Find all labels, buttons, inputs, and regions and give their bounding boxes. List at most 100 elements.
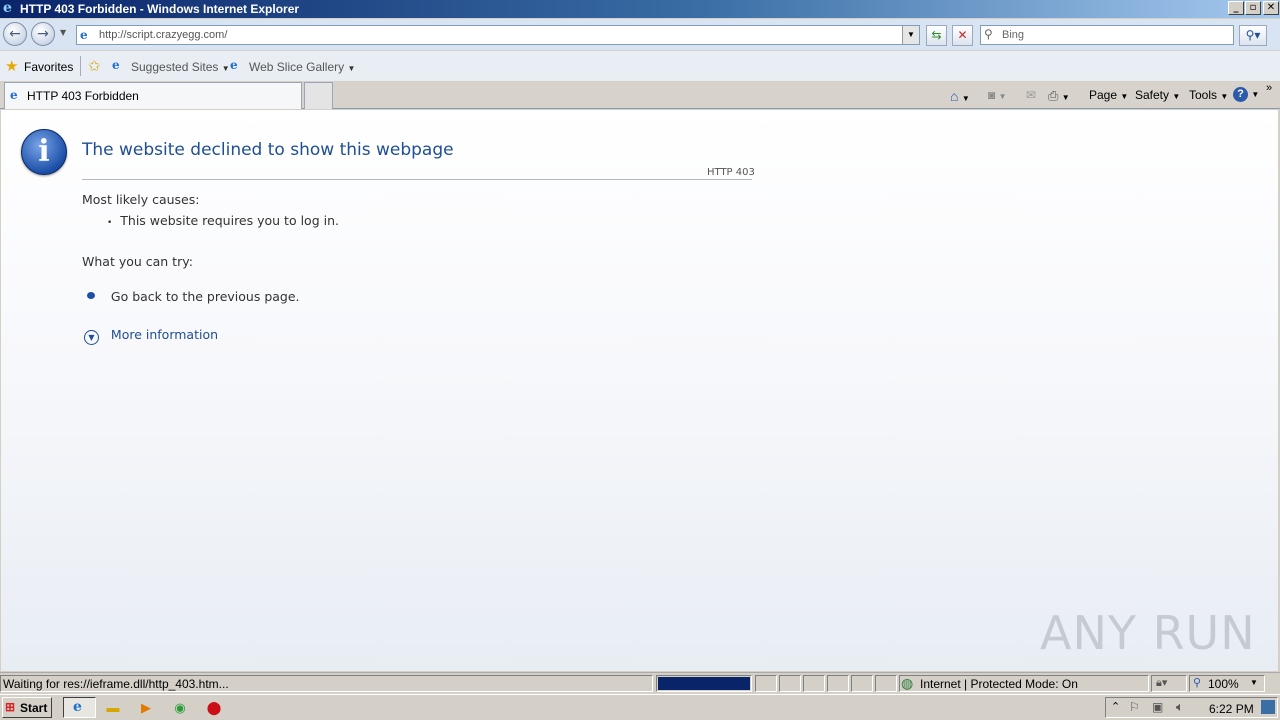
address-bar[interactable]: e http://script.crazyegg.com/ ▼: [76, 25, 920, 45]
title-bar: e HTTP 403 Forbidden - Windows Internet …: [0, 0, 1280, 18]
back-button[interactable]: ←: [3, 22, 27, 46]
recent-pages-dropdown-icon[interactable]: ▼: [60, 28, 66, 37]
refresh-icon: ⇆: [931, 28, 942, 42]
ie-logo-icon: e: [3, 0, 12, 16]
try-title: What you can try:: [82, 254, 193, 269]
clock[interactable]: 6:22 PM: [1209, 702, 1254, 716]
safety-menu[interactable]: Safety ▼: [1135, 88, 1180, 102]
favorites-star-icon: ★: [5, 58, 19, 75]
more-information-label: More information: [110, 327, 219, 342]
expand-chevron-icon: ▼: [84, 330, 99, 345]
home-icon: ⌂: [950, 88, 959, 104]
anyrun-watermark: ANY RUN: [1040, 606, 1256, 660]
new-tab-button[interactable]: [304, 82, 333, 109]
causes-title: Most likely causes:: [82, 192, 200, 207]
zoom-level: 100%: [1208, 677, 1239, 691]
suggested-sites-label: Suggested Sites: [131, 60, 219, 74]
status-cell: [779, 675, 801, 692]
web-slice-ie-icon: e: [230, 58, 238, 72]
navigation-bar: ← → ▼ e http://script.crazyegg.com/ ▼ ⇆ …: [0, 19, 1280, 50]
taskbar: ⊞ Start e ▬ ▶ ◉ ⬤ ⌃ ⚐ ▣ 🔈︎ 6:22 PM: [0, 694, 1280, 720]
page-heading: The website declined to show this webpag…: [82, 140, 454, 160]
status-bar: Waiting for res://ieframe.dll/http_403.h…: [0, 672, 1280, 693]
page-menu[interactable]: Page ▼: [1089, 88, 1128, 102]
address-dropdown-icon[interactable]: ▼: [902, 26, 919, 44]
favorites-button[interactable]: Favorites: [24, 60, 73, 74]
close-button[interactable]: ✕: [1263, 1, 1279, 15]
search-box[interactable]: ⚲ Bing: [980, 25, 1234, 45]
windows-logo-icon: ⊞: [5, 700, 16, 714]
status-cell: [827, 675, 849, 692]
web-slice-gallery-label: Web Slice Gallery: [249, 60, 345, 74]
http-status-code: HTTP 403: [707, 167, 755, 178]
try-item: Go back to the previous page.: [87, 289, 300, 304]
chevron-down-icon: ▼: [961, 94, 970, 103]
chevron-down-icon: ▼: [1172, 92, 1181, 101]
chrome-icon[interactable]: ◉: [171, 699, 189, 717]
go-back-text[interactable]: Go back to the previous page.: [111, 289, 300, 304]
refresh-button[interactable]: ⇆: [926, 25, 947, 46]
start-button[interactable]: ⊞ Start: [2, 697, 52, 718]
favorites-bar: ★ Favorites ✩ e Suggested Sites ▼ e Web …: [0, 51, 1280, 81]
suggested-sites-link[interactable]: Suggested Sites ▼: [131, 60, 230, 74]
address-text: http://script.crazyegg.com/: [99, 29, 228, 41]
folder-icon[interactable]: ▬: [104, 699, 122, 717]
opera-icon[interactable]: ⬤: [205, 699, 223, 717]
show-hidden-icons-icon[interactable]: ⌃: [1111, 700, 1120, 713]
zone-text: Internet | Protected Mode: On: [920, 677, 1078, 691]
status-divider: [0, 675, 653, 692]
globe-icon: ◍: [901, 675, 914, 691]
web-slice-gallery-link[interactable]: Web Slice Gallery ▼: [249, 60, 355, 74]
status-cell: [875, 675, 897, 692]
cause-text: This website requires you to log in.: [120, 213, 339, 228]
help-icon: ?: [1233, 87, 1248, 102]
info-icon: i: [21, 129, 67, 175]
chevron-down-icon: ▼: [1251, 90, 1260, 99]
maximize-button[interactable]: ▫: [1245, 1, 1261, 15]
search-button[interactable]: ⚲▾: [1239, 25, 1267, 46]
progress-bar: [656, 675, 752, 692]
more-information-link[interactable]: ▼ More information: [84, 327, 218, 345]
chevron-down-icon: ▼: [347, 64, 356, 73]
favbar-divider: [80, 56, 81, 76]
help-menu[interactable]: ? ▼: [1233, 86, 1259, 102]
magnifier-icon: ⚲▾: [1245, 28, 1261, 42]
page-menu-label: Page: [1089, 88, 1118, 102]
printer-icon: ⎙: [1048, 88, 1059, 103]
search-placeholder: Bing: [1002, 29, 1025, 41]
chevron-down-icon: ▼: [1250, 678, 1258, 687]
toolbar-overflow-icon[interactable]: »: [1266, 82, 1272, 94]
ie-icon: e: [73, 699, 82, 715]
feeds-button[interactable]: ◙ ▼: [988, 88, 1007, 102]
tab-row: e HTTP 403 Forbidden ⌂ ▼ ◙ ▼ ✉ ⎙ ▼ Page …: [0, 82, 1280, 109]
media-player-icon[interactable]: ▶: [137, 699, 155, 717]
taskbar-ie-button[interactable]: e: [63, 697, 96, 718]
status-cell: [755, 675, 777, 692]
blue-bullet-icon: [87, 292, 95, 299]
back-arrow-icon: ←: [9, 26, 21, 42]
search-engine-icon: ⚲: [984, 27, 993, 41]
stop-icon: ✕: [957, 28, 968, 42]
read-mail-button[interactable]: ✉: [1026, 88, 1036, 102]
print-button[interactable]: ⎙ ▼: [1048, 88, 1070, 104]
stop-button[interactable]: ✕: [952, 25, 973, 46]
minimize-button[interactable]: _: [1228, 1, 1244, 15]
tools-menu[interactable]: Tools ▼: [1189, 88, 1228, 102]
show-desktop-icon[interactable]: [1261, 700, 1275, 714]
network-icon[interactable]: ▣: [1152, 700, 1163, 714]
volume-icon[interactable]: 🔈︎: [1176, 699, 1184, 715]
forward-button[interactable]: →: [31, 22, 55, 46]
rss-icon: ◙: [988, 88, 996, 102]
suggested-sites-ie-icon: e: [112, 58, 120, 72]
bullet: •: [107, 218, 113, 228]
action-center-flag-icon[interactable]: ⚐: [1129, 700, 1140, 714]
tab-http-403[interactable]: e HTTP 403 Forbidden: [4, 82, 302, 109]
mail-icon: ✉: [1026, 88, 1037, 102]
tools-menu-label: Tools: [1189, 88, 1218, 102]
window-title: HTTP 403 Forbidden - Windows Internet Ex…: [20, 2, 300, 16]
tab-label: HTTP 403 Forbidden: [27, 89, 139, 103]
home-button[interactable]: ⌂ ▼: [950, 88, 970, 104]
add-to-favorites-bar-icon[interactable]: ✩: [88, 57, 101, 75]
lock-icon: 🔒︎▾: [1156, 677, 1168, 689]
status-cell: [851, 675, 873, 692]
